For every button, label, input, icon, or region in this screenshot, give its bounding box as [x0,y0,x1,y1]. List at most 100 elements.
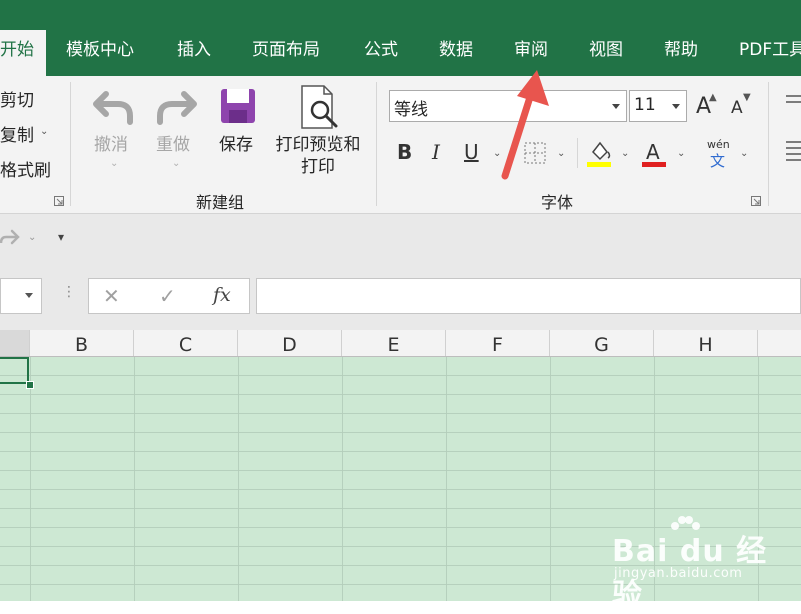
new-group-label: 新建组 [196,193,245,212]
redo-small-dropdown-icon[interactable]: ⌄ [28,232,36,243]
column-header-label: G [594,334,609,356]
save-label: 保存 [219,135,253,155]
group-divider [70,82,71,206]
fill-handle[interactable] [26,381,34,389]
column-header-g[interactable]: G [550,330,654,356]
undo-button[interactable]: 撤消 ⌄ [88,82,140,172]
annotation-arrow-icon [501,70,549,180]
print-preview-button[interactable]: 打印预览和 打印 [268,82,366,182]
watermark-url-text: jingyan.baidu.com [614,566,743,581]
decrease-font-size-icon: ▼ [743,92,751,103]
formula-input[interactable] [256,278,801,314]
borders-dropdown-icon[interactable]: ⌄ [557,148,565,159]
copy-dropdown-icon[interactable]: ⌄ [40,126,48,137]
customize-toolbar-icon[interactable]: ▾ [58,230,64,244]
font-color-icon[interactable]: A [642,138,668,168]
tab-insert-label: 插入 [177,40,211,60]
phonetic-character-text: 文 [710,152,726,170]
tab-help[interactable]: 帮助 [664,38,698,76]
undo-icon [93,91,133,125]
tab-formulas-label: 公式 [364,40,398,60]
increase-font-size-icon: ▲ [709,92,717,103]
column-header-label: H [698,334,713,356]
tab-formulas[interactable]: 公式 [364,38,398,76]
formula-bar-splitter-icon[interactable]: ⋮ [62,284,76,300]
column-header-row: B C D E F G H [0,330,801,357]
redo-dropdown-icon: ⌄ [172,158,181,169]
redo-button[interactable]: 重做 ⌄ [150,82,202,172]
undo-dropdown-icon: ⌄ [110,158,119,169]
column-header-label: B [74,334,89,356]
phonetic-dropdown-icon[interactable]: ⌄ [740,148,748,159]
watermark: Bai du 经验 jingyan.baidu.com [612,516,792,613]
align-left-icon[interactable] [786,140,801,164]
tab-templates[interactable]: 模板中心 [66,38,134,76]
column-header-c[interactable]: C [134,330,238,356]
column-header-h[interactable]: H [654,330,758,356]
tab-data-label: 数据 [439,40,473,60]
group-divider [376,82,377,206]
ribbon-panel: 剪切 复制 ⌄ 格式刷 撤消 ⌄ 重做 ⌄ 保存 打印预览和 打印 新建组 等线… [0,76,801,214]
undo-label: 撤消 [94,135,128,155]
print-preview-label-line2: 打印 [301,157,335,177]
tab-review-label: 审阅 [514,40,548,60]
font-size-combobox[interactable]: 11 [629,90,687,122]
name-box[interactable] [0,278,42,314]
column-header-label: D [282,334,297,356]
align-top-icon[interactable] [786,94,801,112]
selected-cell[interactable] [0,357,29,384]
format-painter-button[interactable]: 格式刷 [0,156,51,181]
font-divider [577,138,578,168]
enter-button[interactable]: ✓ [159,284,176,308]
tab-insert[interactable]: 插入 [177,38,211,76]
tab-help-label: 帮助 [664,40,698,60]
redo-label: 重做 [156,135,190,155]
column-header-d[interactable]: D [238,330,342,356]
tab-view-label: 视图 [589,40,623,60]
column-header-label: C [178,334,193,356]
tab-pdf-tools-label: PDF工具 [739,40,801,60]
italic-button[interactable]: I [432,140,440,164]
font-color-dropdown-icon[interactable]: ⌄ [677,148,685,159]
tab-page-layout-label: 页面布局 [252,40,320,60]
redo-small-icon[interactable] [0,228,20,246]
column-header-label: F [492,334,503,356]
decrease-font-size-button[interactable]: A [731,98,743,118]
column-header-f[interactable]: F [446,330,550,356]
insert-function-button[interactable]: fx [213,284,231,306]
tab-page-layout[interactable]: 页面布局 [252,38,320,76]
column-header-e[interactable]: E [342,330,446,356]
font-group-label: 字体 [541,193,574,212]
phonetic-guide-button[interactable]: wén 文 [706,138,732,170]
column-header-label: E [387,334,400,356]
tab-home[interactable]: 开始 [0,30,46,76]
print-preview-label-line1: 打印预览和 [275,135,361,155]
underline-button[interactable]: U [464,140,479,164]
tab-pdf-tools[interactable]: PDF工具 [739,38,801,76]
save-icon [221,89,255,123]
cut-button[interactable]: 剪切 [0,86,34,111]
name-box-dropdown-icon[interactable] [25,293,33,298]
column-header-b[interactable]: B [30,330,134,356]
fill-color-icon[interactable] [587,138,613,168]
svg-text:A: A [646,140,660,164]
print-preview-icon [301,85,338,129]
font-size-dropdown-icon[interactable] [672,104,680,109]
ribbon-tab-bar: 开始 模板中心 插入 页面布局 公式 数据 审阅 视图 帮助 PDF工具 [0,0,801,76]
font-name-dropdown-icon[interactable] [612,104,620,109]
font-launcher-icon[interactable] [751,196,761,206]
redo-icon [157,91,197,125]
save-button[interactable]: 保存 [214,82,262,162]
font-size-value: 11 [634,95,656,115]
tab-view[interactable]: 视图 [589,38,623,76]
column-header-a[interactable] [0,330,30,356]
quick-access-toolbar: ⌄ ▾ [0,214,801,262]
tab-data[interactable]: 数据 [439,38,473,76]
cancel-entry-button[interactable]: ✕ [103,284,120,308]
fill-color-dropdown-icon[interactable]: ⌄ [621,148,629,159]
clipboard-launcher-icon[interactable] [54,196,64,206]
group-divider [768,82,769,206]
tab-home-label: 开始 [0,40,34,60]
copy-button[interactable]: 复制 [0,121,34,146]
bold-button[interactable]: B [397,140,412,164]
